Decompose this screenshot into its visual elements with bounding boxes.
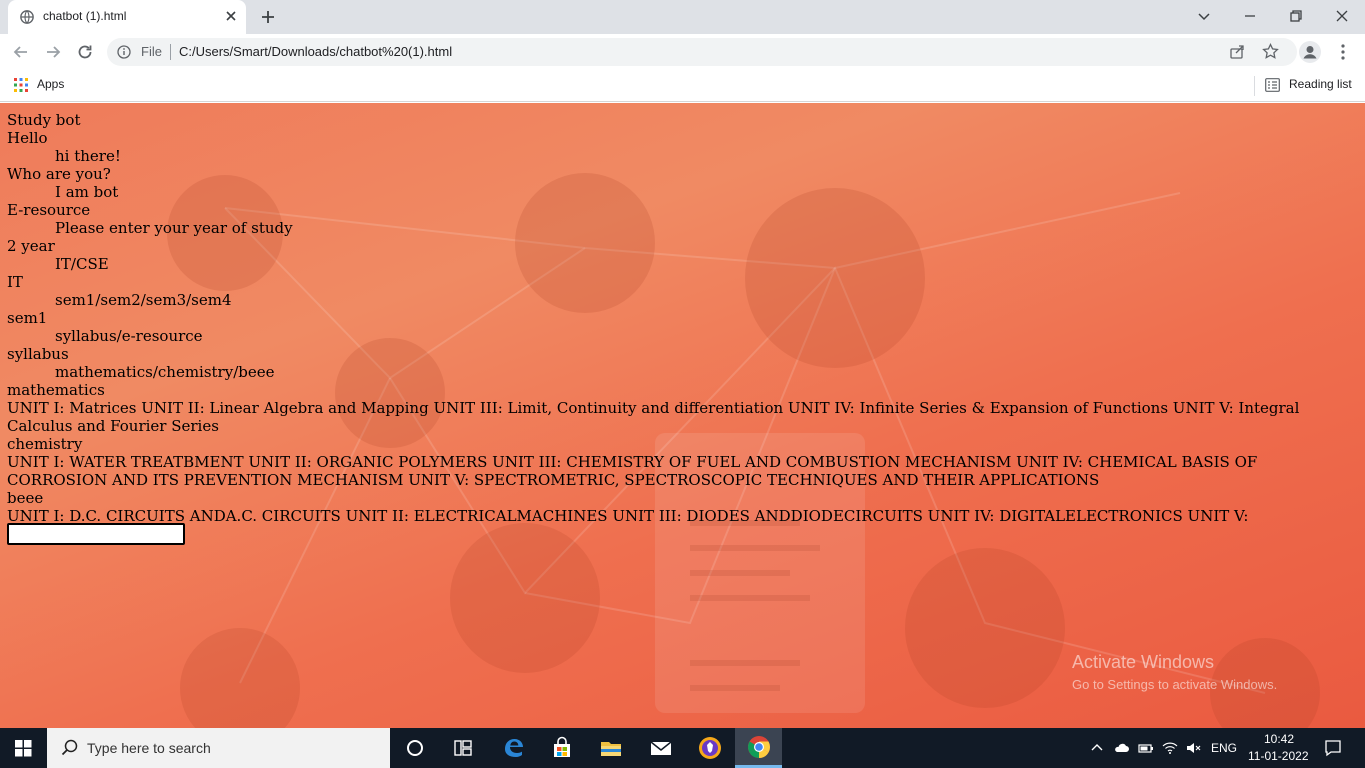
user-message: syllabus <box>7 345 69 363</box>
apps-grid-icon[interactable] <box>13 77 29 93</box>
globe-icon <box>20 10 34 24</box>
bookmark-star-icon[interactable] <box>1262 43 1279 60</box>
apps-link[interactable]: Apps <box>37 77 64 91</box>
reading-list-link[interactable]: Reading list <box>1289 77 1352 91</box>
tab-title: chatbot (1).html <box>43 9 127 23</box>
onedrive-cloud-icon[interactable] <box>1113 740 1129 756</box>
user-message: Who are you? <box>7 165 111 183</box>
url-text[interactable]: C:/Users/Smart/Downloads/chatbot%20(1).h… <box>179 44 452 59</box>
tab-strip: chatbot (1).html <box>0 0 1365 34</box>
user-message: UNIT I: D.C. CIRCUITS ANDA.C. CIRCUITS U… <box>7 507 1249 543</box>
scheme-label: File <box>141 44 162 59</box>
watermark-title: Activate Windows <box>1072 652 1215 672</box>
reload-icon[interactable] <box>75 42 95 62</box>
store-icon[interactable] <box>549 735 575 761</box>
brave-icon[interactable] <box>697 735 723 761</box>
windows-start-icon[interactable] <box>0 728 47 768</box>
file-explorer-icon[interactable] <box>598 735 624 761</box>
reading-list-icon[interactable] <box>1265 78 1280 92</box>
bot-message: Please enter your year of study <box>55 219 293 237</box>
user-message: E-resource <box>7 201 91 219</box>
user-message: beee <box>7 489 44 507</box>
language-indicator[interactable]: ENG <box>1211 741 1237 755</box>
user-message: UNIT I: WATER TREATBMENT UNIT II: ORGANI… <box>7 453 1258 489</box>
taskbar-search[interactable]: Type here to search <box>47 728 390 768</box>
user-message: Study bot <box>7 111 81 129</box>
watermark-subtitle: Go to Settings to activate Windows. <box>1072 677 1278 692</box>
user-message: UNIT I: Matrices UNIT II: Linear Algebra… <box>7 399 1300 435</box>
browser-toolbar: File C:/Users/Smart/Downloads/chatbot%20… <box>0 34 1365 70</box>
bot-message: IT/CSE <box>55 255 109 273</box>
tab-chatbot[interactable]: chatbot (1).html <box>8 0 246 34</box>
notifications-icon[interactable] <box>1324 739 1342 757</box>
new-tab-plus-icon[interactable] <box>259 8 277 26</box>
bookmarks-divider <box>1254 76 1255 96</box>
search-icon <box>61 739 78 756</box>
chat-input[interactable] <box>7 523 185 545</box>
user-message: chemistry <box>7 435 83 453</box>
task-view-icon[interactable] <box>450 735 476 761</box>
chrome-icon <box>748 736 770 758</box>
minimize-icon[interactable] <box>1241 7 1259 25</box>
show-hidden-icons-chevron-icon[interactable] <box>1089 740 1105 756</box>
page-viewport: Study bot Hello hi there! Who are you? I am … <box>0 103 1365 728</box>
close-icon[interactable] <box>224 9 238 23</box>
chrome-taskbar-button[interactable] <box>735 728 782 768</box>
activation-watermark: Activate Windows Go to Settings to activ… <box>1072 652 1277 692</box>
omnibox-divider <box>170 44 171 60</box>
bot-message: mathematics/chemistry/beee <box>55 363 275 381</box>
tab-search-chevron-icon[interactable] <box>1195 7 1213 25</box>
user-message: sem1 <box>7 309 48 327</box>
user-message: 2 year <box>7 237 55 255</box>
clock-date[interactable]: 11-01-2022 <box>1248 749 1309 763</box>
bookmarks-bar: Apps Reading list <box>0 70 1365 102</box>
window-close-icon[interactable] <box>1333 7 1351 25</box>
search-placeholder: Type here to search <box>87 740 211 756</box>
volume-muted-icon[interactable] <box>1185 740 1201 756</box>
user-message: IT <box>7 273 23 291</box>
bot-message: I am bot <box>55 183 119 201</box>
back-arrow-icon[interactable] <box>11 42 31 62</box>
user-message: mathematics <box>7 381 105 399</box>
bot-message: syllabus/e-resource <box>55 327 203 345</box>
restore-icon[interactable] <box>1287 7 1305 25</box>
bot-message: sem1/sem2/sem3/sem4 <box>55 291 232 309</box>
info-icon[interactable] <box>117 45 131 59</box>
address-bar[interactable]: File C:/Users/Smart/Downloads/chatbot%20… <box>107 38 1297 66</box>
share-icon[interactable] <box>1229 44 1245 60</box>
bot-message: hi there! <box>55 147 121 165</box>
forward-arrow-icon[interactable] <box>43 42 63 62</box>
wifi-icon[interactable] <box>1162 740 1178 756</box>
battery-icon[interactable] <box>1138 740 1154 756</box>
edge-icon[interactable] <box>501 735 527 761</box>
chat-log: Study bot Hello hi there! Who are you? I am … <box>7 111 1347 543</box>
taskbar: Type here to search ENG 10:42 11-01-2022 <box>0 728 1365 768</box>
clock-time[interactable]: 10:42 <box>1264 732 1294 746</box>
mail-icon[interactable] <box>648 735 674 761</box>
more-menu-icon[interactable] <box>1334 42 1352 62</box>
profile-avatar-icon[interactable] <box>1299 41 1321 63</box>
user-message: Hello <box>7 129 48 147</box>
cortana-icon[interactable] <box>402 735 428 761</box>
